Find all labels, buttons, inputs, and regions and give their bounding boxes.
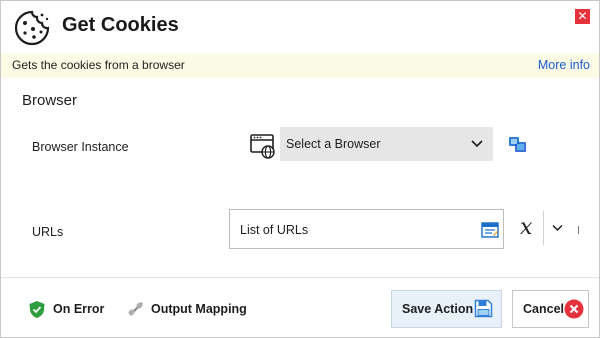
footer-divider <box>1 277 599 278</box>
browser-instance-label: Browser Instance <box>32 140 129 154</box>
section-title-browser: Browser <box>22 92 78 109</box>
urls-label: URLs <box>32 225 64 239</box>
output-mapping-icon <box>128 302 143 316</box>
close-icon: ✕ <box>577 9 588 23</box>
save-icon <box>474 299 493 318</box>
info-bar: Gets the cookies from a browser More inf… <box>1 53 599 78</box>
variable-icon[interactable]: x <box>520 215 532 240</box>
variable-menu-chevron-icon[interactable] <box>552 224 563 232</box>
shield-icon <box>29 301 45 318</box>
cancel-icon <box>564 299 584 319</box>
pick-browser-icon[interactable] <box>508 136 528 154</box>
action-description: Gets the cookies from a browser <box>12 58 185 72</box>
dialog-title: Get Cookies <box>62 14 179 36</box>
chevron-down-icon <box>471 140 483 148</box>
urls-input[interactable]: List of URLs <box>229 209 504 249</box>
list-icon[interactable] <box>481 222 499 238</box>
title-bar: Get Cookies ✕ <box>1 1 599 53</box>
dialog-window: Get Cookies ✕ Gets the cookies from a br… <box>0 0 600 338</box>
cookie-icon <box>14 10 50 46</box>
on-error-label: On Error <box>53 302 105 316</box>
cancel-button[interactable]: Cancel <box>512 290 589 328</box>
resize-handle <box>578 226 579 234</box>
on-error-button[interactable]: On Error <box>28 298 108 320</box>
browser-select[interactable]: Select a Browser <box>280 127 493 161</box>
output-mapping-button[interactable]: Output Mapping <box>127 298 247 320</box>
browser-icon <box>250 134 275 159</box>
browser-select-value: Select a Browser <box>286 137 381 151</box>
save-action-label: Save Action <box>402 302 474 316</box>
close-button[interactable]: ✕ <box>575 9 590 24</box>
urls-input-value: List of URLs <box>240 223 309 237</box>
cancel-label: Cancel <box>523 302 564 316</box>
more-info-link[interactable]: More info <box>538 58 590 72</box>
save-action-button[interactable]: Save Action <box>391 290 502 328</box>
divider <box>543 211 544 245</box>
output-mapping-label: Output Mapping <box>151 302 247 316</box>
